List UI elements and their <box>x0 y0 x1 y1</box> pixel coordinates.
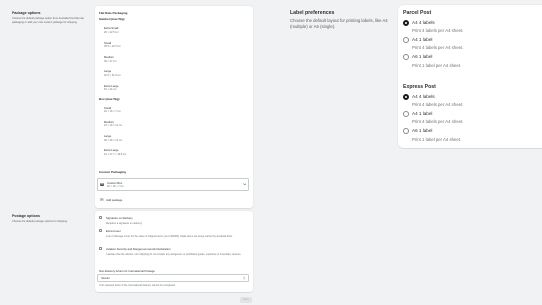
chevron-down-icon <box>242 183 246 186</box>
parcel-option-help: Print 1 label per A4 sheet. <box>412 62 462 68</box>
satchel-heading: Satchel (max 5kg) <box>99 17 125 21</box>
non-delivery-select[interactable] <box>97 274 249 282</box>
satchel-option-name[interactable]: Medium <box>104 55 114 59</box>
postage-options-description: Choose the default postage options for s… <box>12 220 68 223</box>
plus-circle-icon[interactable] <box>100 197 104 202</box>
extra-cover-label: Extra Cover <box>106 229 121 233</box>
save-button[interactable]: Save <box>240 297 252 303</box>
package-icon <box>100 183 104 187</box>
express-option-help: Print 4 labels per A4 sheet. <box>412 119 464 124</box>
label-preferences-title: Label preferences <box>290 10 335 16</box>
satchel-option-dims: 39 × 27 cm <box>104 59 117 63</box>
aviation-declaration-help: I declare that the articles I am shippin… <box>106 253 242 256</box>
express-radio-a4-4[interactable] <box>403 93 409 100</box>
non-delivery-help: Your selected action if the internationa… <box>99 284 176 287</box>
satchel-option-dims: 40.5 × 31.5 cm <box>104 73 121 77</box>
satchel-option-name[interactable]: Small <box>104 41 111 45</box>
parcel-option-label: A4 4 labels <box>412 19 435 25</box>
label-preferences-description: Choose the default layout for printing l… <box>290 18 388 29</box>
non-delivery-label: Non-Delivery Action for International Po… <box>99 268 155 273</box>
parcel-radio-a4-4[interactable] <box>403 19 409 26</box>
box-option-name[interactable]: Small <box>104 106 111 110</box>
custom-packaging-heading: Custom Packaging <box>99 170 127 174</box>
satchel-option-dims: 26 × 22.5 cm <box>104 30 119 34</box>
satchel-option-dims: 35.5 × 22.5 cm <box>104 45 121 48</box>
express-post-heading: Express Post <box>403 83 436 90</box>
signature-help: Requires a signature on delivery. <box>106 221 143 225</box>
satchel-option-name[interactable]: Extra Small <box>104 26 118 30</box>
satchel-option-name[interactable]: Extra Large <box>104 84 118 88</box>
box-option-dims: 24 × 19 × 12 cm <box>104 124 123 127</box>
aviation-declaration-label: Aviation Security and Dangerous Goods De… <box>106 247 171 251</box>
label-preferences-card <box>398 5 542 148</box>
box-option-name[interactable]: Large <box>104 134 111 138</box>
parcel-option-help: Print 4 labels per A4 sheet. <box>412 28 464 33</box>
box-option-dims: 39 × 28 × 14 cm <box>104 138 123 142</box>
add-package-link[interactable]: Add package <box>106 198 122 202</box>
parcel-option-label: A4 1 label <box>412 37 433 42</box>
box-option-name[interactable]: Medium <box>104 120 114 124</box>
box-heading: Box (max 5kg) <box>99 96 120 101</box>
custom-box-dims: 22 × 16 × 7 cm <box>107 185 124 188</box>
express-radio-a4-1[interactable] <box>403 111 409 117</box>
extra-cover-help: Lots of damage cover for the value of sh… <box>106 235 233 238</box>
parcel-option-help: Print 4 labels per A4 sheet. <box>412 45 464 50</box>
flat-rate-heading: Flat Rate Packaging <box>99 11 128 15</box>
express-option-help: Print 4 labels per A4 sheet. <box>412 101 464 107</box>
package-options-description: Choose the default package option from A… <box>12 17 84 24</box>
select-arrows-icon <box>242 276 245 280</box>
satchel-option-dims: 51 × 44 cm <box>104 88 117 91</box>
box-option-name[interactable]: Extra Large <box>104 148 118 152</box>
express-option-help: Print 1 label per A4 sheet. <box>412 136 462 142</box>
parcel-radio-a4-1[interactable] <box>403 37 409 43</box>
express-option-label: A6 1 label <box>412 128 433 133</box>
custom-box-name: Custom Box <box>107 180 123 185</box>
signature-label: Signature on Delivery <box>106 215 133 220</box>
package-options-title: Package options <box>12 11 41 15</box>
parcel-option-label: A6 1 label <box>412 54 433 59</box>
express-radio-a6-1[interactable] <box>403 128 409 134</box>
non-delivery-value: Return <box>101 276 110 280</box>
satchel-option-name[interactable]: Large <box>104 69 111 73</box>
postage-options-title: Postage options <box>12 214 40 218</box>
express-option-label: A4 4 labels <box>412 93 435 99</box>
express-option-label: A4 1 label <box>412 111 433 116</box>
parcel-radio-a6-1[interactable] <box>403 54 409 60</box>
parcel-post-heading: Parcel Post <box>403 10 432 16</box>
box-option-dims: 22 × 16 × 7 cm <box>104 110 121 113</box>
box-option-dims: 44 × 27.7 × 16.8 cm <box>104 152 127 156</box>
signature-checkbox[interactable] <box>99 215 103 219</box>
